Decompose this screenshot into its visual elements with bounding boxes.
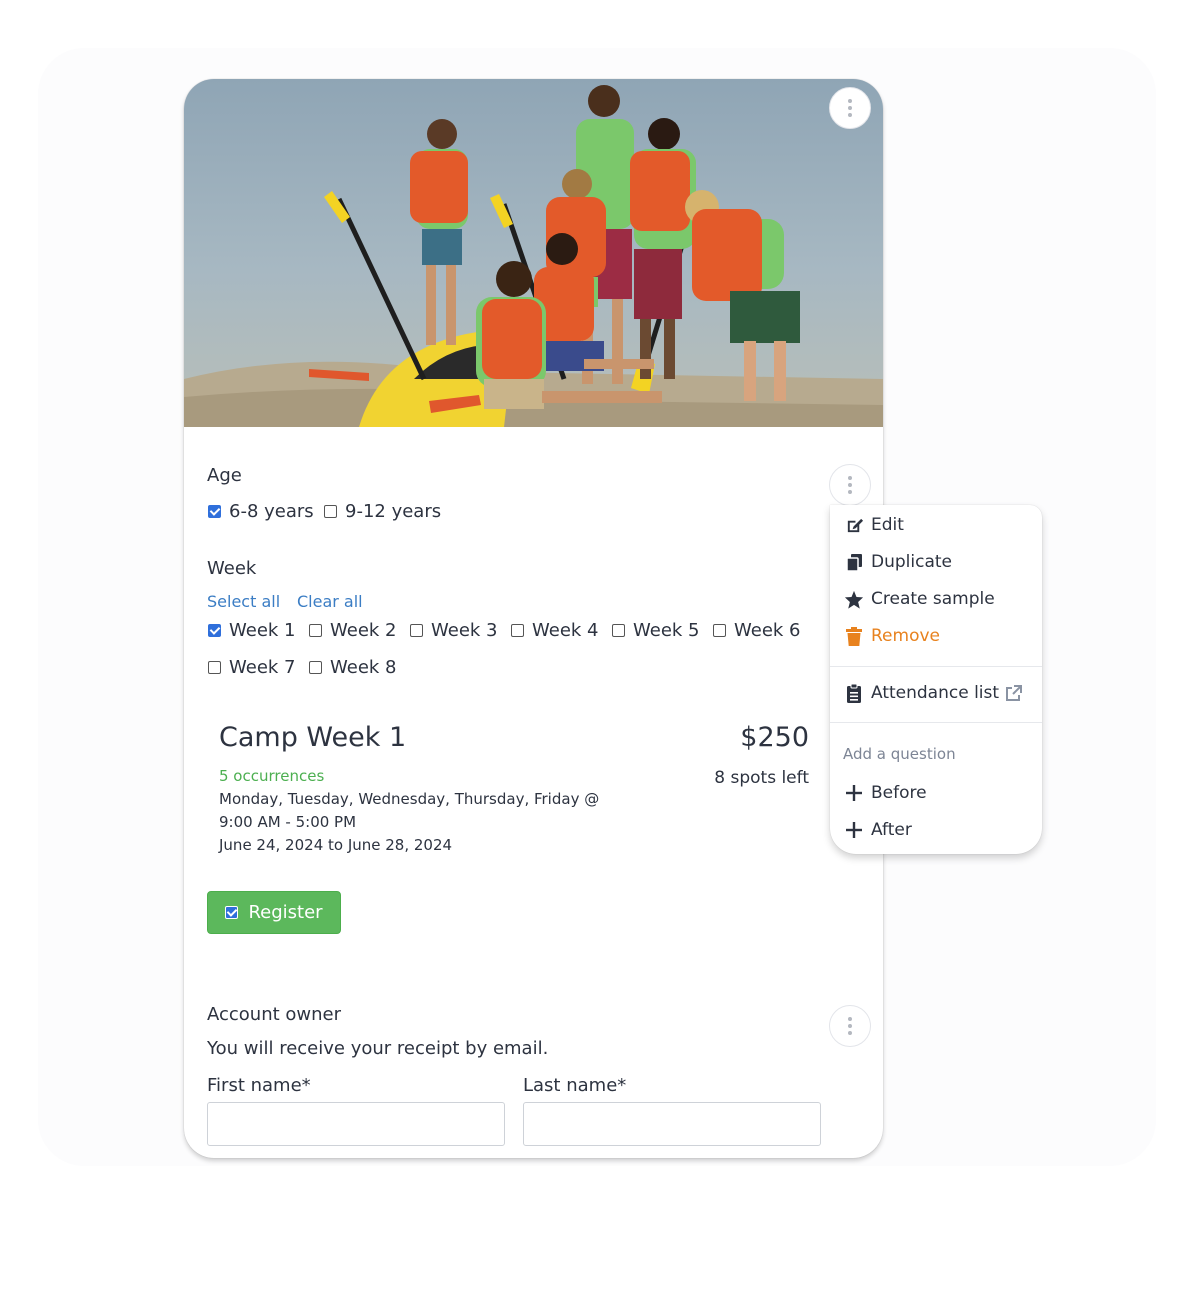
week-8-checkbox[interactable] (309, 661, 322, 674)
menu-item-create-sample[interactable]: Create sample (844, 589, 995, 609)
plus-icon (844, 783, 864, 803)
menu-item-duplicate-label: Duplicate (871, 552, 952, 572)
first-name-input[interactable] (207, 1102, 505, 1146)
menu-item-after[interactable]: After (844, 820, 912, 840)
clear-all-link[interactable]: Clear all (297, 592, 363, 611)
week-2-checkbox[interactable] (309, 624, 322, 637)
week-option-8[interactable]: Week 8 (309, 657, 397, 678)
week-option-5[interactable]: Week 5 (612, 620, 700, 641)
receipt-note: You will receive your receipt by email. (207, 1038, 549, 1059)
menu-item-after-label: After (871, 820, 912, 840)
copy-icon (844, 552, 864, 572)
menu-item-remove[interactable]: Remove (844, 626, 940, 646)
week-option-4[interactable]: Week 4 (511, 620, 599, 641)
menu-item-duplicate[interactable]: Duplicate (844, 552, 952, 572)
kebab-icon (848, 476, 852, 494)
register-button[interactable]: Register (207, 891, 341, 934)
hero-options-button[interactable] (829, 87, 871, 129)
week-2-label: Week 2 (330, 620, 397, 641)
week-4-checkbox[interactable] (511, 624, 524, 637)
menu-item-create-sample-label: Create sample (871, 589, 995, 609)
week-1-label: Week 1 (229, 620, 296, 641)
external-link-icon (1005, 684, 1023, 702)
week-label: Week (207, 558, 257, 579)
account-owner-heading: Account owner (207, 1004, 342, 1025)
first-name-label: First name* (207, 1075, 311, 1096)
age-9-12-checkbox[interactable] (324, 505, 337, 518)
register-label: Register (248, 902, 323, 923)
menu-item-attendance-label: Attendance list (871, 683, 1000, 703)
week-3-label: Week 3 (431, 620, 498, 641)
last-name-label: Last name* (523, 1075, 627, 1096)
week-5-label: Week 5 (633, 620, 700, 641)
week-option-6[interactable]: Week 6 (713, 620, 801, 641)
age-option-9-12[interactable]: 9-12 years (324, 501, 441, 522)
week-5-checkbox[interactable] (612, 624, 625, 637)
camp-dates: June 24, 2024 to June 28, 2024 (219, 836, 453, 854)
edit-icon (844, 515, 864, 535)
camp-time: 9:00 AM - 5:00 PM (219, 813, 357, 831)
week-7-label: Week 7 (229, 657, 296, 678)
age-6-8-checkbox[interactable] (208, 505, 221, 518)
week-3-checkbox[interactable] (410, 624, 423, 637)
age-9-12-label: 9-12 years (345, 501, 442, 522)
camp-price: $250 (740, 722, 809, 753)
occurrences-count: 5 occurrences (219, 767, 325, 785)
menu-item-remove-label: Remove (871, 626, 940, 646)
week-option-7[interactable]: Week 7 (208, 657, 296, 678)
menu-divider (830, 666, 1042, 667)
menu-divider (830, 722, 1042, 723)
kebab-icon (848, 1017, 852, 1035)
menu-item-edit-label: Edit (871, 515, 904, 535)
age-options-button[interactable] (829, 464, 871, 506)
star-icon (844, 589, 864, 609)
week-option-1[interactable]: Week 1 (208, 620, 296, 641)
week-8-label: Week 8 (330, 657, 397, 678)
week-1-checkbox[interactable] (208, 624, 221, 637)
last-name-input[interactable] (523, 1102, 821, 1146)
spots-left: 8 spots left (714, 768, 809, 788)
week-7-checkbox[interactable] (208, 661, 221, 674)
week-option-3[interactable]: Week 3 (410, 620, 498, 641)
register-checkbox (225, 906, 239, 919)
week-4-label: Week 4 (532, 620, 599, 641)
week-option-2[interactable]: Week 2 (309, 620, 397, 641)
age-6-8-label: 6-8 years (229, 501, 314, 522)
camp-days: Monday, Tuesday, Wednesday, Thursday, Fr… (219, 790, 600, 808)
activity-card: Age 6-8 years 9-12 years Week Select all… (184, 79, 883, 1158)
account-options-button[interactable] (829, 1005, 871, 1047)
camp-title: Camp Week 1 (219, 722, 407, 753)
options-menu: Edit Duplicate Create sample Remove Atte… (830, 505, 1042, 854)
menu-item-attendance-list[interactable]: Attendance list (844, 683, 1023, 703)
hero-image (184, 79, 883, 427)
clipboard-icon (844, 683, 864, 703)
plus-icon (844, 820, 864, 840)
add-question-heading: Add a question (843, 745, 956, 763)
select-all-link[interactable]: Select all (207, 592, 280, 611)
week-6-checkbox[interactable] (713, 624, 726, 637)
week-6-label: Week 6 (734, 620, 801, 641)
menu-item-edit[interactable]: Edit (844, 515, 904, 535)
kebab-icon (848, 99, 852, 117)
menu-item-before-label: Before (871, 783, 927, 803)
trash-icon (844, 626, 864, 646)
menu-item-before[interactable]: Before (844, 783, 927, 803)
age-option-6-8[interactable]: 6-8 years (208, 501, 314, 522)
age-label: Age (207, 465, 242, 486)
